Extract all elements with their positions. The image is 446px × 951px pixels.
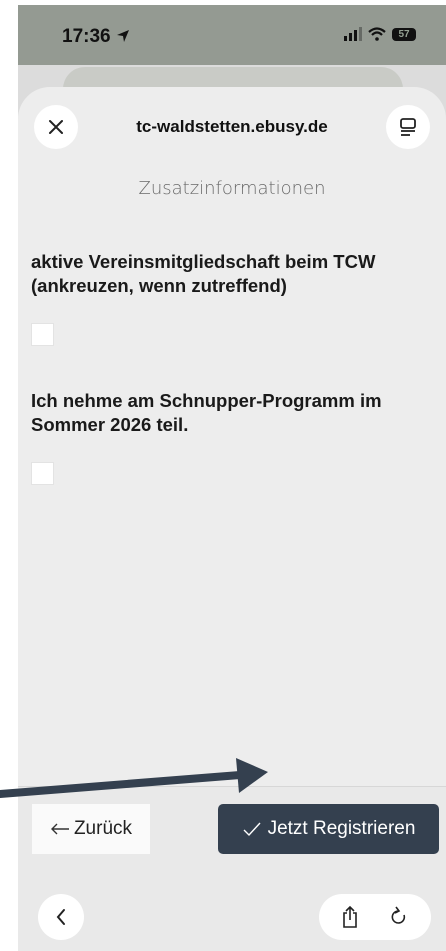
modal-sheet: tc-waldstetten.ebusy.de Zusatzinformatio… xyxy=(18,87,446,951)
status-time-text: 17:36 xyxy=(62,26,111,47)
arrow-left-icon xyxy=(50,823,69,835)
status-bar: 17:36 57 xyxy=(18,5,446,65)
status-time: 17:36 xyxy=(62,26,130,48)
reload-icon xyxy=(391,906,406,924)
sheet-header: tc-waldstetten.ebusy.de xyxy=(18,87,446,162)
back-button[interactable]: Zurück xyxy=(32,804,150,854)
register-button[interactable]: Jetzt Registrieren xyxy=(218,804,439,854)
check-icon xyxy=(243,822,261,837)
page-domain: tc-waldstetten.ebusy.de xyxy=(136,117,328,136)
share-icon xyxy=(343,905,357,928)
browser-actions-pill xyxy=(319,894,431,940)
membership-checkbox[interactable] xyxy=(31,323,54,346)
signal-icon xyxy=(344,27,362,41)
battery-icon: 57 xyxy=(392,27,416,41)
chevron-left-icon xyxy=(56,909,65,925)
browser-back-button[interactable] xyxy=(38,894,84,940)
reader-mode-icon xyxy=(400,118,416,136)
question-schnupper: Ich nehme am Schnupper-Programm im Somme… xyxy=(31,390,382,435)
back-label: Zurück xyxy=(73,818,133,839)
question-membership: aktive Vereinsmitgliedschaft beim TCW (a… xyxy=(31,251,376,296)
phone-screen: 17:36 57 tc-waldstetten.ebusy.de Zusatzi… xyxy=(18,5,446,951)
status-icons: 57 xyxy=(344,27,416,41)
reader-mode-button[interactable] xyxy=(386,105,430,149)
section-title: Zusatzinformationen xyxy=(138,178,326,199)
reload-button[interactable] xyxy=(389,905,409,934)
wifi-icon xyxy=(368,27,386,41)
share-button[interactable] xyxy=(341,905,359,934)
bottom-toolbar: Zurück Jetzt Registrieren xyxy=(18,786,446,951)
schnupper-checkbox[interactable] xyxy=(31,462,54,485)
register-label: Jetzt Registrieren xyxy=(267,818,416,839)
browser-toolbar xyxy=(18,882,446,951)
location-arrow-icon xyxy=(116,30,129,42)
